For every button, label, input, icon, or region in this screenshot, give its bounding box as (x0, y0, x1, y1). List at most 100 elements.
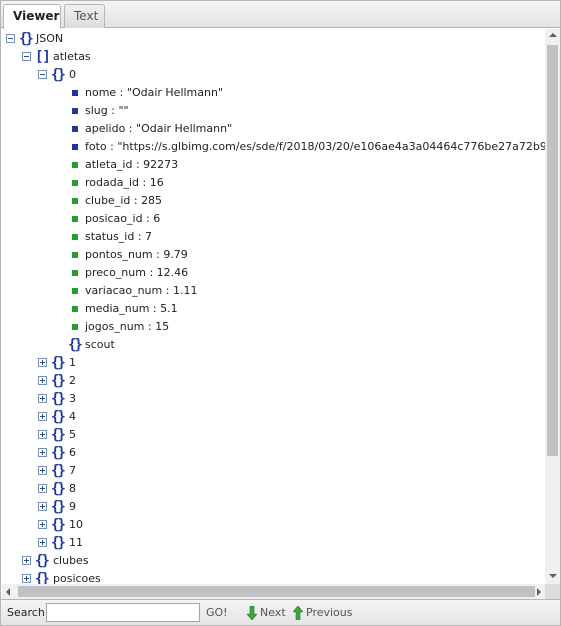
expand-toggle-icon[interactable] (38, 538, 47, 547)
string-marker-icon (72, 90, 78, 96)
tree-node-scout[interactable]: {} scout (68, 336, 148, 354)
object-icon: {} (51, 463, 66, 479)
number-marker-icon (72, 324, 78, 330)
tree-node-item[interactable]: {} 5 (38, 426, 98, 444)
tree-node-item[interactable]: {} 2 (38, 372, 98, 390)
tree-leaf[interactable]: rodada_id : 16 (72, 174, 545, 192)
horizontal-scrollbar[interactable] (2, 584, 545, 599)
object-icon: {} (51, 409, 66, 425)
tree-leaf[interactable]: pontos_num : 9.79 (72, 246, 545, 264)
expand-toggle-icon[interactable] (38, 394, 47, 403)
previous-button[interactable]: Previous (293, 605, 353, 621)
json-viewer-window: Viewer Text {} JSON [] atletas {} 0 nome… (0, 0, 561, 626)
number-marker-icon (72, 306, 78, 312)
tree-node-item[interactable]: {} 10 (38, 516, 98, 534)
tree-leaf[interactable]: variacao_num : 1.11 (72, 282, 545, 300)
array-icon: [] (35, 49, 51, 65)
scroll-down-icon[interactable] (549, 574, 557, 578)
node-label: posicoes (53, 572, 101, 584)
tree-node-item[interactable]: {} 8 (38, 480, 98, 498)
vertical-scrollbar[interactable] (545, 29, 560, 584)
tree-node-item[interactable]: {} 11 (38, 534, 98, 552)
scroll-up-icon[interactable] (549, 33, 557, 37)
number-marker-icon (72, 162, 78, 168)
number-marker-icon (72, 198, 78, 204)
tree-leaf[interactable]: slug : "" (72, 102, 545, 120)
object-icon: {} (51, 517, 66, 533)
tree-leaf[interactable]: media_num : 5.1 (72, 300, 545, 318)
tree-leaf[interactable]: status_id : 7 (72, 228, 545, 246)
tree-leaf[interactable]: preco_num : 12.46 (72, 264, 545, 282)
search-label: Search: (7, 606, 49, 619)
tree-leaf[interactable]: atleta_id : 92273 (72, 156, 545, 174)
tree-node-item[interactable]: {} 9 (38, 498, 98, 516)
string-marker-icon (72, 144, 78, 150)
object-icon: {} (51, 355, 66, 371)
node-label: clubes (53, 554, 89, 567)
expand-toggle-icon[interactable] (38, 484, 47, 493)
number-marker-icon (72, 270, 78, 276)
tree-node-item[interactable]: {} 6 (38, 444, 98, 462)
object-icon: {} (51, 445, 66, 461)
vertical-scroll-thumb[interactable] (547, 45, 558, 456)
object-icon: {} (51, 391, 66, 407)
arrow-down-icon (247, 606, 257, 620)
object-icon: {} (51, 373, 66, 389)
node-label: atletas (53, 50, 91, 63)
horizontal-scroll-thumb[interactable] (18, 586, 535, 597)
tree-leaf[interactable]: foto : "https://s.glbimg.com/es/sde/f/20… (72, 138, 545, 156)
number-marker-icon (72, 234, 78, 240)
expand-toggle-icon[interactable] (38, 448, 47, 457)
object-icon: {} (51, 481, 66, 497)
expand-toggle-icon[interactable] (38, 466, 47, 475)
search-bar: Search: GO! Next Previous (1, 599, 560, 625)
tree-node-item[interactable]: {} 3 (38, 390, 98, 408)
next-button[interactable]: Next (247, 605, 286, 621)
expand-toggle-icon[interactable] (38, 412, 47, 421)
string-marker-icon (72, 126, 78, 132)
number-marker-icon (72, 216, 78, 222)
tree-leaf[interactable]: clube_id : 285 (72, 192, 545, 210)
string-marker-icon (72, 108, 78, 114)
expand-toggle-icon[interactable] (38, 430, 47, 439)
expand-toggle-icon[interactable] (38, 358, 47, 367)
tree-node-item-0[interactable]: {} 0 (38, 66, 118, 84)
tree-node-item[interactable]: {} 4 (38, 408, 98, 426)
next-label: Next (260, 606, 286, 619)
scrollbar-corner (545, 584, 560, 599)
collapse-toggle-icon[interactable] (38, 70, 47, 79)
node-label: 0 (69, 68, 76, 81)
tree-leaf[interactable]: posicao_id : 6 (72, 210, 545, 228)
tab-viewer[interactable]: Viewer (3, 4, 61, 29)
tree-node-item[interactable]: {} 7 (38, 462, 98, 480)
tree-node-json[interactable]: {} JSON (6, 30, 96, 48)
number-marker-icon (72, 180, 78, 186)
tree-node-posicoes[interactable]: {} posicoes (22, 570, 112, 584)
tree-leaf[interactable]: nome : "Odair Hellmann" (72, 84, 545, 102)
object-icon: {} (51, 427, 66, 443)
number-marker-icon (72, 288, 78, 294)
tab-text[interactable]: Text (64, 4, 105, 28)
tree-node-clubes[interactable]: {} clubes (22, 552, 112, 570)
scroll-left-icon[interactable] (6, 588, 10, 596)
expand-toggle-icon[interactable] (22, 556, 31, 565)
expand-toggle-icon[interactable] (38, 376, 47, 385)
tree-node-atletas[interactable]: [] atletas (22, 48, 122, 66)
collapse-toggle-icon[interactable] (6, 34, 15, 43)
tree-leaf[interactable]: apelido : "Odair Hellmann" (72, 120, 545, 138)
collapse-toggle-icon[interactable] (22, 52, 31, 61)
scroll-right-icon[interactable] (537, 588, 541, 596)
search-input[interactable] (46, 603, 200, 622)
tab-bar: Viewer Text (1, 1, 560, 29)
object-icon: {} (35, 553, 50, 569)
tree-leaf[interactable]: jogos_num : 15 (72, 318, 545, 336)
tree-node-item[interactable]: {} 1 (38, 354, 98, 372)
arrow-up-icon (293, 606, 303, 620)
object-icon: {} (35, 571, 50, 584)
object-icon: {} (51, 67, 66, 83)
go-button[interactable]: GO! (206, 606, 228, 619)
expand-toggle-icon[interactable] (22, 574, 31, 583)
expand-toggle-icon[interactable] (38, 520, 47, 529)
node-label: JSON (36, 32, 64, 45)
expand-toggle-icon[interactable] (38, 502, 47, 511)
